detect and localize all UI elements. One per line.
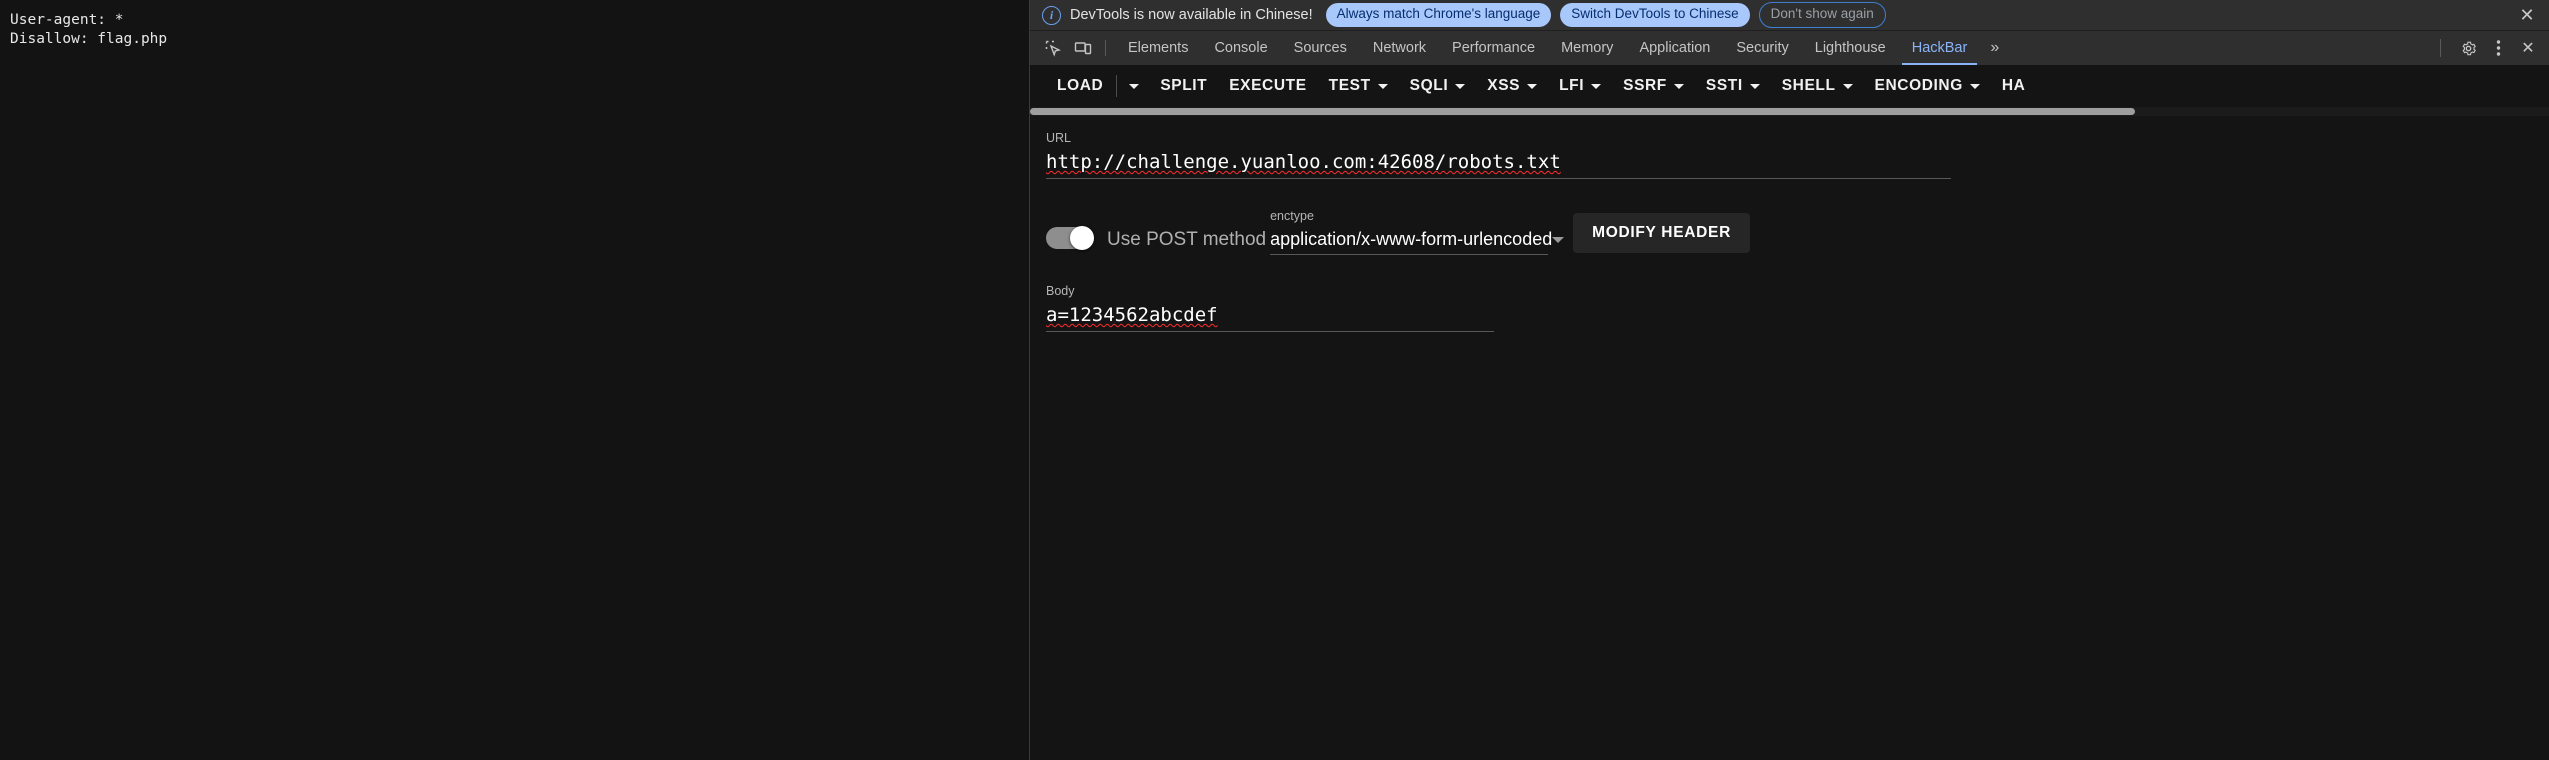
hackbar-lfi-menu[interactable]: LFI bbox=[1548, 71, 1612, 101]
use-post-method-toggle[interactable] bbox=[1046, 226, 1094, 250]
hackbar-ssrf-menu[interactable]: SSRF bbox=[1612, 71, 1695, 101]
enctype-field-group: enctype application/x-www-form-urlencode… bbox=[1270, 208, 1565, 255]
toggle-knob bbox=[1070, 226, 1094, 250]
chevron-double-right-icon[interactable]: » bbox=[1980, 31, 2009, 65]
robots-line-2: Disallow: flag.php bbox=[10, 31, 168, 47]
hackbar-xss-label: XSS bbox=[1487, 77, 1521, 94]
dont-show-again-button[interactable]: Don't show again bbox=[1758, 2, 1886, 28]
hackbar-test-menu[interactable]: TEST bbox=[1318, 71, 1399, 101]
body-field-group: Body a=1234562abcdef bbox=[1046, 283, 1494, 332]
enctype-label: enctype bbox=[1270, 209, 1314, 223]
post-options-row: Use POST method enctype application/x-ww… bbox=[1046, 209, 2533, 255]
tab-lighthouse[interactable]: Lighthouse bbox=[1802, 31, 1899, 65]
url-input-value: http://challenge.yuanloo.com:42608/robot… bbox=[1046, 151, 1561, 173]
hackbar-xss-menu[interactable]: XSS bbox=[1476, 71, 1548, 101]
hackbar-shell-label: SHELL bbox=[1781, 77, 1836, 94]
body-input-value: a=1234562abcdef bbox=[1046, 304, 1218, 326]
tab-sources[interactable]: Sources bbox=[1281, 31, 1360, 65]
info-circle-icon: i bbox=[1042, 5, 1061, 25]
tab-hackbar[interactable]: HackBar bbox=[1899, 31, 1981, 65]
tab-memory[interactable]: Memory bbox=[1548, 31, 1626, 65]
body-input[interactable]: a=1234562abcdef bbox=[1046, 302, 1494, 332]
hackbar-ssrf-label: SSRF bbox=[1623, 77, 1667, 94]
chevron-down-icon bbox=[1749, 83, 1760, 89]
tab-performance[interactable]: Performance bbox=[1439, 31, 1548, 65]
device-toolbar-icon[interactable] bbox=[1068, 31, 1098, 65]
body-label: Body bbox=[1046, 284, 1075, 298]
url-input[interactable]: http://challenge.yuanloo.com:42608/robot… bbox=[1046, 149, 1951, 179]
hackbar-toolbar: LOAD SPLIT EXECUTE TEST SQLI XSS LFI SSR… bbox=[1030, 65, 2549, 107]
close-notification-icon[interactable]: ✕ bbox=[2514, 2, 2540, 28]
page-viewport: User-agent: * Disallow: flag.php bbox=[0, 0, 1030, 760]
tab-application[interactable]: Application bbox=[1626, 31, 1723, 65]
modify-header-button[interactable]: MODIFY HEADER bbox=[1573, 213, 1750, 253]
tabbar-actions-divider bbox=[2440, 39, 2441, 57]
use-post-method-label: Use POST method bbox=[1107, 229, 1267, 250]
close-devtools-icon[interactable]: ✕ bbox=[2513, 33, 2543, 63]
hackbar-hashing-menu[interactable]: HA bbox=[1991, 71, 2037, 101]
chevron-down-icon bbox=[1673, 83, 1684, 89]
chevron-down-icon bbox=[1455, 83, 1466, 89]
tab-network[interactable]: Network bbox=[1360, 31, 1439, 65]
chevron-down-icon bbox=[1527, 83, 1538, 89]
devtools-panel: i DevTools is now available in Chinese! … bbox=[1030, 0, 2549, 760]
url-field-group: URL http://challenge.yuanloo.com:42608/r… bbox=[1046, 130, 1951, 179]
hackbar-shell-menu[interactable]: SHELL bbox=[1771, 71, 1864, 101]
inspect-element-icon[interactable] bbox=[1038, 31, 1068, 65]
notification-message: DevTools is now available in Chinese! bbox=[1070, 7, 1313, 23]
hackbar-form: URL http://challenge.yuanloo.com:42608/r… bbox=[1030, 116, 2549, 760]
switch-devtools-language-button[interactable]: Switch DevTools to Chinese bbox=[1560, 3, 1750, 27]
enctype-value: application/x-www-form-urlencoded bbox=[1270, 229, 1553, 249]
hackbar-test-label: TEST bbox=[1328, 77, 1371, 94]
hackbar-sqli-label: SQLI bbox=[1409, 77, 1449, 94]
devtools-tabbar: Elements Console Sources Network Perform… bbox=[1030, 31, 2549, 65]
tab-console[interactable]: Console bbox=[1201, 31, 1280, 65]
hackbar-sqli-menu[interactable]: SQLI bbox=[1399, 71, 1477, 101]
chevron-down-icon bbox=[1591, 83, 1602, 89]
gear-icon[interactable] bbox=[2453, 33, 2483, 63]
scrollbar-thumb[interactable] bbox=[1030, 108, 2135, 115]
url-label: URL bbox=[1046, 131, 1072, 145]
hackbar-lfi-label: LFI bbox=[1559, 77, 1585, 94]
chevron-down-icon bbox=[1377, 83, 1388, 89]
hackbar-encoding-menu[interactable]: ENCODING bbox=[1864, 71, 1991, 101]
always-match-language-button[interactable]: Always match Chrome's language bbox=[1325, 3, 1552, 27]
devtools-screenshot: User-agent: * Disallow: flag.php i DevTo… bbox=[0, 0, 2549, 760]
chevron-down-icon bbox=[1969, 83, 1980, 89]
chevron-down-icon bbox=[1552, 237, 1565, 243]
hackbar-panel: LOAD SPLIT EXECUTE TEST SQLI XSS LFI SSR… bbox=[1030, 65, 2549, 760]
tabbar-divider bbox=[1105, 40, 1106, 56]
chevron-down-icon bbox=[1842, 83, 1853, 89]
hackbar-split-button[interactable]: SPLIT bbox=[1149, 71, 1218, 101]
tabbar-actions: ✕ bbox=[2434, 31, 2549, 65]
hackbar-ssti-menu[interactable]: SSTI bbox=[1695, 71, 1771, 101]
hackbar-load-dropdown-icon[interactable] bbox=[1119, 78, 1149, 95]
hackbar-ssti-label: SSTI bbox=[1705, 77, 1743, 94]
hackbar-load-button[interactable]: LOAD bbox=[1046, 71, 1114, 101]
enctype-select[interactable]: application/x-www-form-urlencoded bbox=[1270, 227, 1565, 255]
more-vertical-icon[interactable] bbox=[2483, 33, 2513, 63]
hackbar-toolbar-divider bbox=[1116, 75, 1118, 97]
tabbar-spacer bbox=[2009, 31, 2434, 65]
hackbar-toolbar-scrollbar[interactable] bbox=[1030, 107, 2549, 116]
language-notification-bar: i DevTools is now available in Chinese! … bbox=[1030, 0, 2549, 31]
hackbar-execute-button[interactable]: EXECUTE bbox=[1218, 71, 1317, 101]
tab-security[interactable]: Security bbox=[1723, 31, 1801, 65]
hackbar-encoding-label: ENCODING bbox=[1874, 77, 1963, 94]
robots-line-1: User-agent: * bbox=[10, 12, 124, 28]
tab-elements[interactable]: Elements bbox=[1115, 31, 1201, 65]
